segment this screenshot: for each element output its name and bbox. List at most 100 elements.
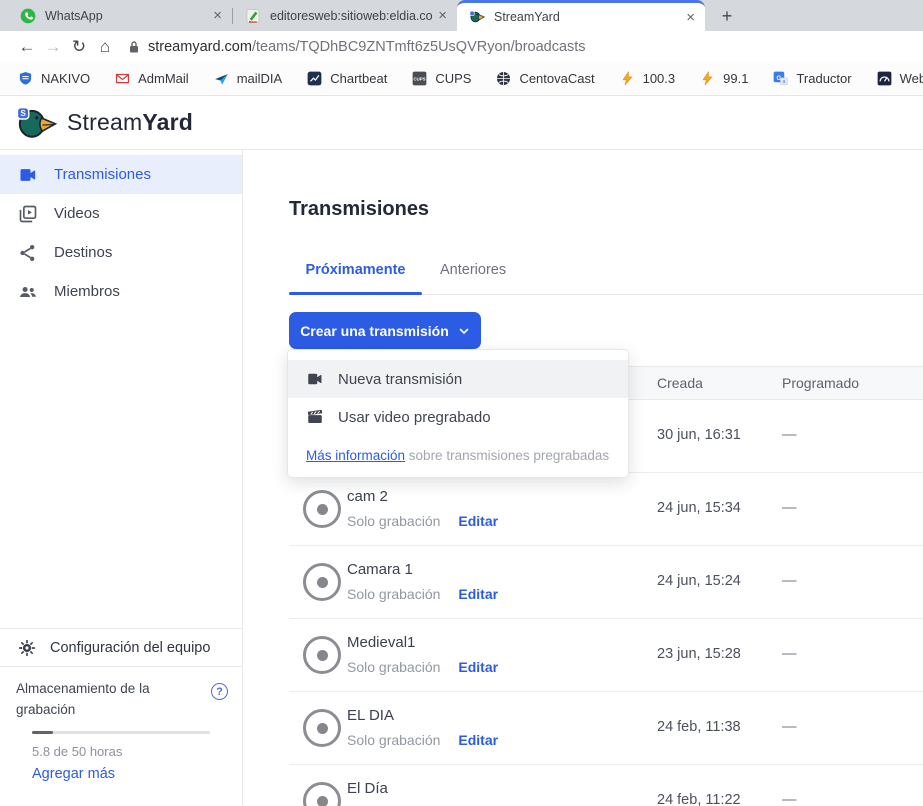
team-settings-button[interactable]: Configuración del equipo [0, 628, 242, 666]
forward-icon[interactable]: → [40, 38, 66, 55]
tab-anteriores[interactable]: Anteriores [440, 262, 506, 278]
row-created: 30 jun, 16:31 [657, 427, 741, 443]
streamyard-favicon [469, 9, 485, 25]
back-icon[interactable]: ← [14, 38, 40, 55]
sidebar-nav: Transmisiones Videos Destinos Miembros [0, 150, 242, 311]
bookmark-centovacast[interactable]: CentovaCast [496, 71, 594, 87]
bookmark-label: 99.1 [723, 71, 748, 86]
url-path: /teams/TQDhBC9ZNTmft6z5UsQVRyon/broadcas… [252, 39, 586, 55]
reload-icon[interactable]: ↻ [66, 38, 92, 55]
bookmark-maildia[interactable]: mailDIA [214, 71, 283, 87]
new-tab-button[interactable]: + [713, 2, 741, 30]
url-domain: streamyard.com [148, 39, 252, 55]
home-icon[interactable]: ⌂ [92, 38, 118, 55]
row-created: 24 feb, 11:22 [657, 792, 741, 806]
close-icon[interactable]: × [438, 8, 447, 23]
bookmark-webtest[interactable]: Webtest [877, 71, 923, 87]
create-broadcast-label: Crear una transmisión [300, 323, 449, 339]
dropdown-item-nueva-transmision[interactable]: Nueva transmisión [288, 360, 628, 398]
row-scheduled: — [782, 646, 797, 662]
sidebar-item-videos[interactable]: Videos [0, 194, 242, 233]
bookmark-radio-100-3[interactable]: 100.3 [620, 71, 676, 87]
row-title: cam 2 [347, 488, 388, 505]
table-row[interactable]: cam 2 Solo grabaciónEditar 24 jun, 15:34… [289, 473, 923, 546]
table-row[interactable]: Camara 1 Solo grabaciónEditar 24 jun, 15… [289, 546, 923, 619]
row-created: 24 jun, 15:24 [657, 573, 741, 589]
close-icon[interactable]: × [686, 10, 695, 25]
column-header-programado: Programado [782, 375, 859, 391]
create-broadcast-dropdown: Nueva transmisión Usar video pregrabado … [287, 349, 629, 478]
browser-tab-editoresweb[interactable]: editoresweb:sitioweb:eldia.co × [233, 0, 457, 31]
row-subtitle: Solo grabaciónEditar [347, 732, 498, 748]
help-icon[interactable]: ? [211, 683, 228, 700]
storage-label: Almacenamiento de la grabación [16, 679, 184, 721]
row-scheduled: — [782, 500, 797, 516]
browser-toolbar: ← → ↻ ⌂ streamyard.com/teams/TQDhBC9ZNTm… [0, 31, 923, 62]
row-type: Solo grabación [347, 659, 440, 675]
more-info-link[interactable]: Más información [306, 448, 405, 463]
dropdown-item-usar-video-pregrabado[interactable]: Usar video pregrabado [288, 398, 628, 436]
table-row[interactable]: Medieval1 Solo grabaciónEditar 23 jun, 1… [289, 619, 923, 692]
edit-link[interactable]: Editar [458, 513, 498, 529]
add-more-link[interactable]: Agregar más [32, 766, 210, 782]
table-row[interactable]: El Día Solo grabaciónEditar 24 feb, 11:2… [289, 765, 923, 806]
browser-window: WhatsApp × editoresweb:sitioweb:eldia.co… [0, 0, 923, 806]
record-icon [303, 709, 341, 747]
close-icon[interactable]: × [213, 8, 222, 23]
bookmark-cups[interactable]: CUPS CUPS [412, 71, 471, 87]
paper-plane-icon [214, 71, 230, 87]
active-tab-underline [289, 292, 422, 295]
bookmark-label: NAKIVO [41, 71, 90, 86]
gauge-icon [877, 71, 893, 87]
people-icon [18, 282, 38, 302]
sidebar-item-destinos[interactable]: Destinos [0, 233, 242, 272]
storage-section: Almacenamiento de la grabación ? 5.8 de … [0, 666, 242, 806]
tab-proximamente[interactable]: Próximamente [289, 262, 422, 278]
bookmark-traductor[interactable]: Ga Traductor [773, 71, 851, 87]
row-subtitle: Solo grabación Editar [347, 659, 498, 675]
bookmark-radio-99-1[interactable]: 99.1 [700, 71, 748, 87]
videocam-icon [306, 370, 324, 388]
bookmark-label: 100.3 [643, 71, 676, 86]
svg-text:CUPS: CUPS [414, 76, 426, 81]
row-title: EL DIA [347, 707, 394, 724]
sidebar-item-transmisiones[interactable]: Transmisiones [0, 155, 242, 194]
row-subtitle: Solo grabaciónEditar [347, 586, 498, 602]
gear-icon [18, 639, 36, 657]
record-icon [303, 636, 341, 674]
record-icon [303, 782, 341, 806]
sidebar-item-miembros[interactable]: Miembros [0, 272, 242, 311]
bookmark-chartbeat[interactable]: Chartbeat [307, 71, 387, 87]
chevron-down-icon [458, 325, 470, 337]
address-bar[interactable]: streamyard.com/teams/TQDhBC9ZNTmft6z5UsQ… [128, 39, 586, 55]
dropdown-info: Más información sobre transmisiones preg… [288, 436, 628, 469]
storage-progress-bar [32, 731, 210, 734]
dropdown-item-label: Nueva transmisión [338, 371, 462, 388]
tab-title: StreamYard [494, 10, 680, 24]
edit-link[interactable]: Editar [458, 586, 498, 602]
bookmark-label: CentovaCast [519, 71, 594, 86]
edit-link[interactable]: Editar [458, 732, 498, 748]
bookmark-nakivo[interactable]: NAKIVO [18, 71, 90, 87]
table-row[interactable]: EL DIA Solo grabaciónEditar 24 feb, 11:3… [289, 692, 923, 765]
browser-tab-whatsapp[interactable]: WhatsApp × [8, 0, 232, 31]
page-title: Transmisiones [289, 198, 429, 221]
sidebar-item-label: Videos [54, 205, 100, 222]
main-content: Transmisiones Próximamente Anteriores Cr… [243, 150, 923, 806]
row-type: Solo grabación [347, 513, 440, 529]
row-scheduled: — [782, 573, 797, 589]
edit-link[interactable]: Editar [458, 659, 498, 675]
lock-icon [128, 40, 140, 54]
svg-text:a: a [783, 79, 786, 85]
bookmark-admmail[interactable]: AdmMail [115, 71, 189, 87]
tab-title: WhatsApp [45, 9, 207, 23]
browser-tab-streamyard[interactable]: StreamYard × [457, 0, 705, 31]
bookmark-label: Webtest [900, 71, 923, 86]
row-title: El Día [347, 780, 388, 797]
row-subtitle: Solo grabación Editar [347, 513, 498, 529]
bookmark-label: Chartbeat [330, 71, 387, 86]
create-broadcast-button[interactable]: Crear una transmisión [289, 312, 481, 349]
team-settings-label: Configuración del equipo [50, 640, 210, 656]
row-created: 23 jun, 15:28 [657, 646, 741, 662]
editor-page-icon [245, 8, 261, 24]
